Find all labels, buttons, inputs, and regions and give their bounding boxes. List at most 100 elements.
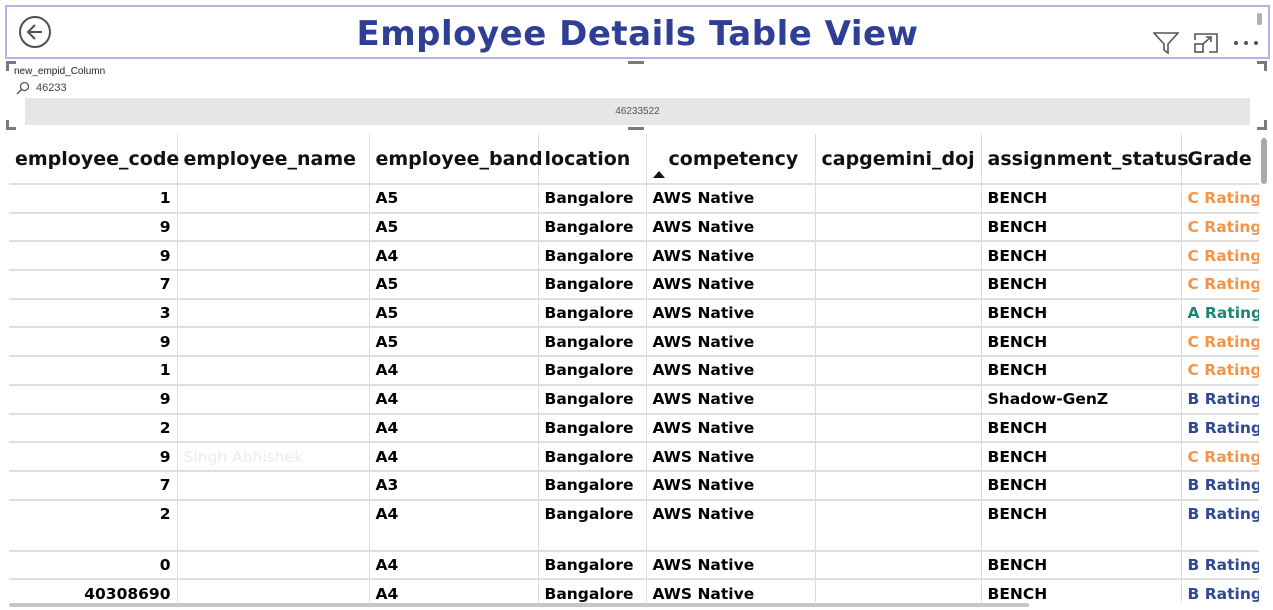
table-row[interactable]: 2 A4 Bangalore AWS Native BENCH B Rating xyxy=(9,412,1259,443)
table-body: 1 A5 Bangalore AWS Native BENCH C Rating 9 A5 Ba… xyxy=(9,183,1259,602)
cell-employee-band: A5 xyxy=(369,183,539,213)
slicer-search-box[interactable]: 46233 xyxy=(16,81,67,95)
cell-competency: AWS Native xyxy=(646,412,816,443)
cell-location: Bangalore xyxy=(538,412,647,443)
table-row[interactable]: 40308690 A4 Bangalore AWS Native BENCH B Rati… xyxy=(9,578,1259,602)
cell-assignment-status: BENCH xyxy=(981,498,1182,551)
slicer-search-value[interactable]: 46233 xyxy=(36,82,67,94)
cell-assignment-status: BENCH xyxy=(981,355,1182,385)
cell-employee-code: 9 xyxy=(9,383,178,414)
cell-competency: AWS Native xyxy=(646,269,816,299)
table-row[interactable]: 1 A4 Bangalore AWS Native BENCH C Rating xyxy=(9,355,1259,385)
employee-table: employee_code employee_name employee_ban… xyxy=(9,134,1259,602)
cell-competency: AWS Native xyxy=(646,469,816,500)
column-header-employee-code[interactable]: employee_code xyxy=(9,134,179,184)
cell-employee-code: 1 xyxy=(9,355,178,385)
cell-employee-name xyxy=(177,183,370,213)
table-row[interactable]: 9 A5 Bangalore AWS Native BENCH C Rating xyxy=(9,326,1259,357)
column-header-assignment-status[interactable]: assignment_status xyxy=(981,134,1189,184)
table-header-row: employee_code employee_name employee_ban… xyxy=(9,134,1259,184)
cell-capgemini-doj xyxy=(815,441,982,471)
cell-assignment-status: BENCH xyxy=(981,549,1182,580)
cell-employee-code: 3 xyxy=(9,297,178,328)
empid-slicer: new_empid_Column 46233 46233522 xyxy=(6,61,1267,130)
report-header: Employee Details Table View xyxy=(5,5,1270,59)
cell-capgemini-doj xyxy=(815,240,982,271)
resize-handle[interactable] xyxy=(1257,120,1267,130)
horizontal-scrollbar[interactable] xyxy=(9,603,1029,607)
cell-employee-code: 9 xyxy=(9,211,178,242)
column-header-location[interactable]: location xyxy=(538,134,647,184)
table-row[interactable]: 0 A4 Bangalore AWS Native BENCH B Rating xyxy=(9,549,1259,580)
cell-employee-code: 9 xyxy=(9,240,178,271)
table-row[interactable]: 7 A3 Bangalore AWS Native BENCH B Rating xyxy=(9,469,1259,500)
filter-button[interactable] xyxy=(1152,31,1180,55)
cell-assignment-status: BENCH xyxy=(981,183,1182,213)
more-options-button[interactable] xyxy=(1232,31,1260,55)
cell-employee-code: 7 xyxy=(9,469,178,500)
cell-grade: C Rating xyxy=(1181,326,1259,357)
focus-mode-icon xyxy=(1194,33,1218,53)
cell-grade: B Rating xyxy=(1181,383,1259,414)
cell-capgemini-doj xyxy=(815,355,982,385)
cell-employee-band: A4 xyxy=(369,441,539,471)
cell-grade: C Rating xyxy=(1181,269,1259,299)
cell-competency: AWS Native xyxy=(646,326,816,357)
cell-employee-name xyxy=(177,297,370,328)
cell-competency: AWS Native xyxy=(646,355,816,385)
resize-handle[interactable] xyxy=(6,120,16,130)
resize-handle[interactable] xyxy=(1257,61,1267,71)
table-row[interactable]: 1 A5 Bangalore AWS Native BENCH C Rating xyxy=(9,183,1259,213)
cell-competency: AWS Native xyxy=(646,498,816,551)
cell-assignment-status: BENCH xyxy=(981,269,1182,299)
cell-competency: AWS Native xyxy=(646,297,816,328)
cell-employee-name xyxy=(177,383,370,414)
cell-employee-code: 7 xyxy=(9,269,178,299)
filter-icon xyxy=(1153,32,1179,54)
column-header-competency[interactable]: competency xyxy=(646,134,816,184)
cell-employee-band: A4 xyxy=(369,412,539,443)
table-row[interactable]: 9 A4 Bangalore AWS Native BENCH C Rating xyxy=(9,240,1259,271)
slicer-field-label: new_empid_Column xyxy=(14,66,106,77)
cell-employee-code: 2 xyxy=(9,498,178,551)
more-options-icon xyxy=(1234,41,1258,45)
cell-competency: AWS Native xyxy=(646,549,816,580)
cell-employee-band: A4 xyxy=(369,578,539,602)
cell-location: Bangalore xyxy=(538,355,647,385)
resize-handle[interactable] xyxy=(628,61,644,64)
cell-employee-band: A4 xyxy=(369,240,539,271)
table-row[interactable]: 3 A5 Bangalore AWS Native BENCH A Rating xyxy=(9,297,1259,328)
column-header-employee-name[interactable]: employee_name xyxy=(177,134,370,184)
column-header-label: competency xyxy=(668,147,799,170)
page-title: Employee Details Table View xyxy=(356,14,919,54)
cell-competency: AWS Native xyxy=(646,578,816,602)
table-row[interactable]: 2 A4 Bangalore AWS Native BENCH B Rating xyxy=(9,498,1259,551)
vertical-scrollbar[interactable] xyxy=(1261,138,1267,184)
sort-ascending-icon xyxy=(652,171,665,178)
column-header-employee-band[interactable]: employee_band xyxy=(369,134,543,184)
table-row[interactable]: 9 Singh Abhishek A4 Bangalore AWS Native BENC… xyxy=(9,441,1259,471)
cell-capgemini-doj xyxy=(815,412,982,443)
column-header-capgemini-doj[interactable]: capgemini_doj xyxy=(815,134,982,184)
cell-grade: B Rating xyxy=(1181,549,1259,580)
resize-handle[interactable] xyxy=(628,127,644,130)
cell-employee-name xyxy=(177,549,370,580)
cell-employee-code: 2 xyxy=(9,412,178,443)
table-row[interactable]: 7 A5 Bangalore AWS Native BENCH C Rating xyxy=(9,269,1259,299)
table-row[interactable]: 9 A4 Bangalore AWS Native Shadow-GenZ B Ratin… xyxy=(9,383,1259,414)
search-icon xyxy=(16,81,30,95)
cell-employee-code: 9 xyxy=(9,326,178,357)
cell-grade: C Rating xyxy=(1181,441,1259,471)
cell-location: Bangalore xyxy=(538,549,647,580)
cell-assignment-status: BENCH xyxy=(981,211,1182,242)
cell-location: Bangalore xyxy=(538,183,647,213)
cell-employee-name xyxy=(177,326,370,357)
table-row[interactable]: 9 A5 Bangalore AWS Native BENCH C Rating xyxy=(9,211,1259,242)
cell-location: Bangalore xyxy=(538,326,647,357)
cell-assignment-status: BENCH xyxy=(981,297,1182,328)
cell-location: Bangalore xyxy=(538,441,647,471)
slicer-item[interactable]: 46233522 xyxy=(25,98,1250,125)
focus-mode-button[interactable] xyxy=(1192,31,1220,55)
header-scrollbar[interactable] xyxy=(1257,13,1262,25)
column-header-grade[interactable]: Grade xyxy=(1181,134,1259,184)
